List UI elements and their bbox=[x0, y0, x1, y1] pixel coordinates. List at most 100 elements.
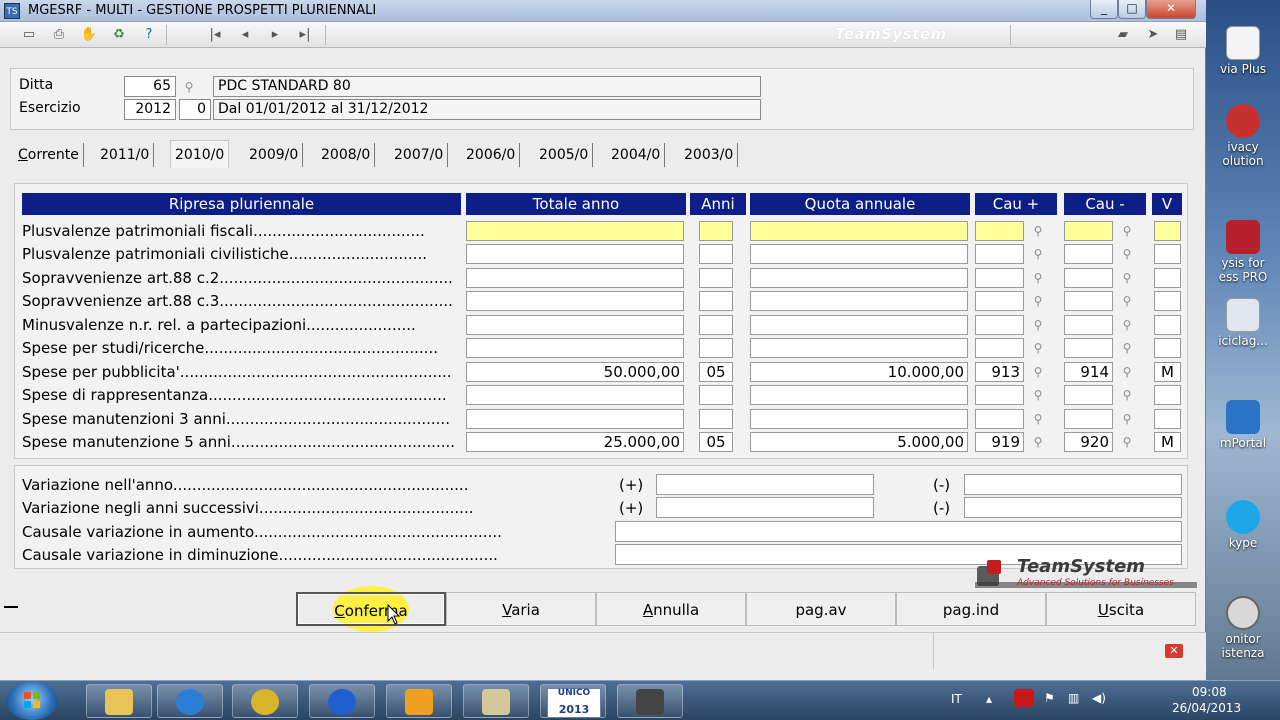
anni-cell[interactable]: 05 bbox=[699, 432, 733, 452]
quota-annuale-cell[interactable] bbox=[750, 221, 968, 241]
cau-minus-cell[interactable] bbox=[1064, 291, 1113, 311]
quota-annuale-cell[interactable] bbox=[750, 291, 968, 311]
taskbar-app[interactable] bbox=[617, 684, 683, 718]
taskbar-outlook[interactable] bbox=[386, 684, 452, 718]
uscita-button[interactable]: Uscita bbox=[1046, 592, 1196, 626]
quota-annuale-cell[interactable]: 10.000,00 bbox=[750, 362, 968, 382]
anni-cell[interactable] bbox=[699, 385, 733, 405]
anni-cell[interactable] bbox=[699, 291, 733, 311]
maximize-button[interactable]: □ bbox=[1118, 0, 1146, 19]
lookup-icon[interactable]: ⚲ bbox=[1031, 247, 1045, 261]
document-icon[interactable]: ▤ bbox=[1170, 25, 1192, 45]
quota-annuale-cell[interactable] bbox=[750, 268, 968, 288]
totale-anno-cell[interactable]: 25.000,00 bbox=[466, 432, 684, 452]
anni-cell[interactable] bbox=[699, 338, 733, 358]
acrobat-tray-icon[interactable] bbox=[1014, 689, 1034, 707]
title-bar[interactable]: TS MGESRF - MULTI - GESTIONE PROSPETTI P… bbox=[0, 0, 1206, 22]
next-icon[interactable]: ▸ bbox=[264, 25, 286, 45]
quota-annuale-cell[interactable] bbox=[750, 385, 968, 405]
quota-annuale-cell[interactable] bbox=[750, 409, 968, 429]
taskbar-explorer[interactable] bbox=[86, 684, 152, 718]
lookup-icon[interactable]: ⚲ bbox=[1120, 247, 1134, 261]
anni-cell[interactable] bbox=[699, 315, 733, 335]
cau-plus-cell[interactable]: 919 bbox=[975, 432, 1024, 452]
esercizio-number-field[interactable]: 0 bbox=[179, 99, 211, 120]
desktop-shortcut[interactable]: mPortal bbox=[1206, 400, 1280, 450]
totale-anno-cell[interactable] bbox=[466, 221, 684, 241]
desktop-shortcut[interactable]: ysis for ess PRO bbox=[1206, 220, 1280, 284]
esercizio-year-field[interactable]: 2012 bbox=[124, 99, 176, 120]
taskbar-app[interactable] bbox=[463, 684, 529, 718]
v-cell[interactable] bbox=[1154, 385, 1181, 405]
tab-2005[interactable]: 2005/0 bbox=[535, 143, 594, 167]
causale-aumento-field[interactable] bbox=[615, 521, 1182, 542]
pag-ind-button[interactable]: pag.ind bbox=[896, 592, 1046, 626]
lookup-icon[interactable]: ⚲ bbox=[1120, 341, 1134, 355]
v-cell[interactable] bbox=[1154, 338, 1181, 358]
tab-corrente[interactable]: Corrente bbox=[14, 143, 84, 167]
lookup-icon[interactable]: ⚲ bbox=[1031, 271, 1045, 285]
totale-anno-cell[interactable] bbox=[466, 338, 684, 358]
lookup-icon[interactable]: ⚲ bbox=[1120, 412, 1134, 426]
totale-anno-cell[interactable] bbox=[466, 385, 684, 405]
v-cell[interactable] bbox=[1154, 315, 1181, 335]
tab-2008[interactable]: 2008/0 bbox=[317, 143, 376, 167]
screen-icon[interactable]: ▭ bbox=[18, 25, 40, 45]
cau-plus-cell[interactable] bbox=[975, 244, 1024, 264]
tab-2006[interactable]: 2006/0 bbox=[462, 143, 521, 167]
v-cell[interactable] bbox=[1154, 409, 1181, 429]
lookup-icon[interactable]: ⚲ bbox=[1031, 294, 1045, 308]
lookup-icon[interactable]: ⚲ bbox=[1120, 294, 1134, 308]
delete-icon[interactable]: ✕ bbox=[1165, 644, 1183, 658]
totale-anno-cell[interactable] bbox=[466, 268, 684, 288]
v-cell[interactable] bbox=[1154, 268, 1181, 288]
taskbar-unico[interactable]: UNICO 2013 bbox=[540, 684, 606, 718]
recycle-icon[interactable]: ♻ bbox=[108, 25, 130, 45]
start-button[interactable] bbox=[6, 682, 58, 720]
lookup-icon[interactable]: ⚲ bbox=[1120, 224, 1134, 238]
desktop-shortcut[interactable]: iciclag... bbox=[1206, 298, 1280, 348]
anni-cell[interactable]: 05 bbox=[699, 362, 733, 382]
cau-minus-cell[interactable] bbox=[1064, 221, 1113, 241]
folder-icon[interactable]: ▰ bbox=[1112, 25, 1134, 45]
tab-2009[interactable]: 2009/0 bbox=[245, 143, 304, 167]
totale-anno-cell[interactable] bbox=[466, 291, 684, 311]
flag-icon[interactable]: ⚑ bbox=[1044, 691, 1055, 705]
anni-cell[interactable] bbox=[699, 221, 733, 241]
lookup-icon[interactable]: ⚲ bbox=[1120, 388, 1134, 402]
taskbar-ie[interactable] bbox=[157, 684, 223, 718]
cau-plus-cell[interactable] bbox=[975, 268, 1024, 288]
taskbar-app[interactable] bbox=[232, 684, 298, 718]
cau-minus-cell[interactable] bbox=[1064, 268, 1113, 288]
cau-plus-cell[interactable] bbox=[975, 291, 1024, 311]
v-cell[interactable]: M bbox=[1154, 362, 1181, 382]
variazione-successivi-minus-field[interactable] bbox=[964, 497, 1182, 518]
last-icon[interactable]: ▸| bbox=[294, 25, 316, 45]
cau-plus-cell[interactable] bbox=[975, 315, 1024, 335]
cau-minus-cell[interactable]: 914 bbox=[1064, 362, 1113, 382]
totale-anno-cell[interactable]: 50.000,00 bbox=[466, 362, 684, 382]
varia-button[interactable]: Varia bbox=[446, 592, 596, 626]
lookup-icon[interactable]: ⚲ bbox=[1031, 412, 1045, 426]
totale-anno-cell[interactable] bbox=[466, 409, 684, 429]
variazione-anno-minus-field[interactable] bbox=[964, 474, 1182, 495]
v-cell[interactable] bbox=[1154, 221, 1181, 241]
volume-icon[interactable]: ◀) bbox=[1092, 691, 1106, 705]
lookup-icon[interactable]: ⚲ bbox=[1031, 365, 1045, 379]
v-cell[interactable]: M bbox=[1154, 432, 1181, 452]
quota-annuale-cell[interactable] bbox=[750, 315, 968, 335]
clock-time[interactable]: 09:08 bbox=[1192, 685, 1227, 699]
cau-minus-cell[interactable] bbox=[1064, 315, 1113, 335]
variazione-anno-plus-field[interactable] bbox=[656, 474, 874, 495]
lookup-icon[interactable]: ⚲ bbox=[1031, 435, 1045, 449]
tab-2004[interactable]: 2004/0 bbox=[607, 143, 666, 167]
pag-av-button[interactable]: pag.av bbox=[746, 592, 896, 626]
cau-minus-cell[interactable] bbox=[1064, 409, 1113, 429]
cau-minus-cell[interactable] bbox=[1064, 244, 1113, 264]
cau-minus-cell[interactable]: 920 bbox=[1064, 432, 1113, 452]
cau-plus-cell[interactable] bbox=[975, 338, 1024, 358]
totale-anno-cell[interactable] bbox=[466, 244, 684, 264]
tab-2011[interactable]: 2011/0 bbox=[96, 143, 155, 167]
show-hidden-icon[interactable]: ▴ bbox=[986, 692, 992, 706]
cau-plus-cell[interactable] bbox=[975, 221, 1024, 241]
